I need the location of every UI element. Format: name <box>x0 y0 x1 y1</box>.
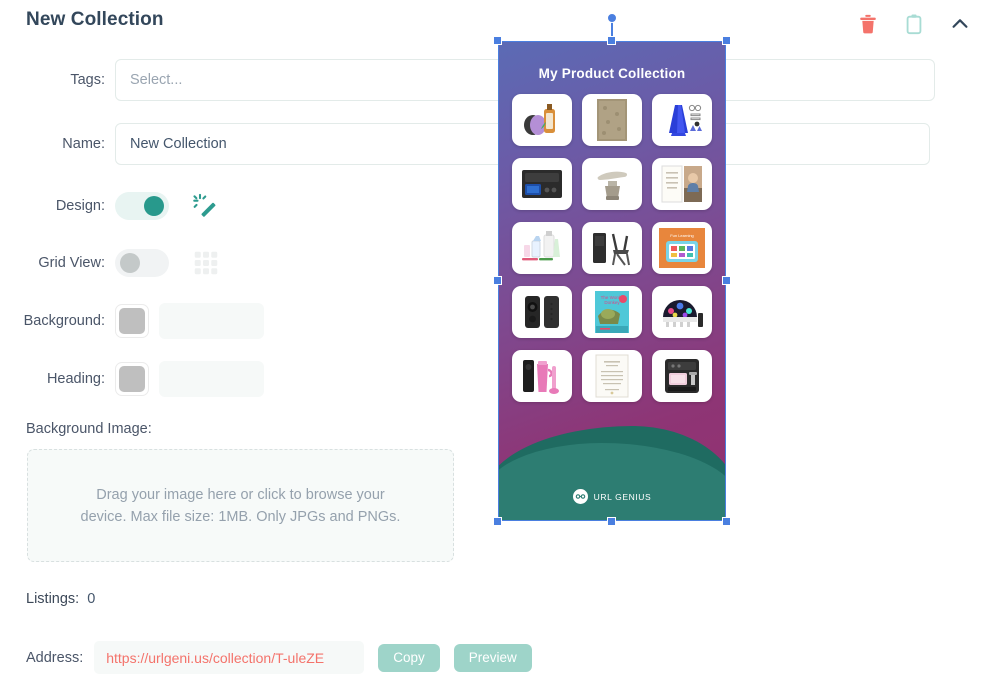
background-color-swatch[interactable] <box>115 304 149 338</box>
resize-handle-middle-right[interactable] <box>722 276 731 285</box>
design-label: Design: <box>55 198 105 214</box>
row-tags: Tags: Select... <box>0 58 993 102</box>
resize-handle-top-left[interactable] <box>493 36 502 45</box>
background-swatch-fill <box>119 308 145 334</box>
background-label: Background: <box>23 313 105 329</box>
grid-icon[interactable] <box>191 248 221 278</box>
design-toggle-knob <box>144 196 164 216</box>
resize-handle-top-center[interactable] <box>607 36 616 45</box>
resize-handle-bottom-center[interactable] <box>607 517 616 526</box>
heading-color-input[interactable] <box>159 361 264 397</box>
dropzone-line-1: Drag your image here or click to browse … <box>96 486 385 503</box>
collection-preview-selection[interactable]: My Product Collection Fun Learning The W… <box>493 13 731 526</box>
row-name: Name: New Collection <box>0 122 993 166</box>
tags-label: Tags: <box>70 72 105 88</box>
listings-row: Listings: 0 <box>26 591 95 607</box>
listings-count: 0 <box>87 591 96 607</box>
collection-form: Tags: Select... Name: New Collection Des… <box>0 58 993 416</box>
grid-view-label: Grid View: <box>38 255 105 271</box>
heading-label: Heading: <box>46 371 105 387</box>
listings-label: Listings: <box>26 591 80 607</box>
row-heading: Heading: <box>0 358 993 400</box>
design-toggle[interactable] <box>115 192 169 220</box>
heading-color-swatch[interactable] <box>115 362 149 396</box>
resize-handle-bottom-right[interactable] <box>722 517 731 526</box>
background-color-input[interactable] <box>159 303 264 339</box>
grid-view-toggle[interactable] <box>115 249 169 277</box>
header-actions <box>857 12 971 36</box>
row-design: Design: <box>0 186 993 226</box>
name-label: Name: <box>62 136 105 152</box>
magic-wand-icon[interactable] <box>191 191 221 221</box>
row-background: Background: <box>0 300 993 342</box>
background-image-label: Background Image: <box>26 421 152 437</box>
clipboard-icon[interactable] <box>903 12 925 36</box>
dropzone-line-2: device. Max file size: 1MB. Only JPGs an… <box>80 508 401 525</box>
page-title: New Collection <box>26 9 164 30</box>
selection-border <box>498 41 726 521</box>
rotation-handle[interactable] <box>607 13 617 23</box>
address-row: Address: https://urlgeni.us/collection/T… <box>26 641 532 674</box>
resize-handle-bottom-left[interactable] <box>493 517 502 526</box>
background-image-dropzone[interactable]: Drag your image here or click to browse … <box>27 449 454 562</box>
address-label: Address: <box>26 649 84 666</box>
chevron-up-icon[interactable] <box>949 12 971 36</box>
resize-handle-middle-left[interactable] <box>493 276 502 285</box>
delete-icon[interactable] <box>857 12 879 36</box>
copy-button[interactable]: Copy <box>378 643 440 672</box>
heading-swatch-fill <box>119 366 145 392</box>
preview-button[interactable]: Preview <box>453 643 532 672</box>
address-url[interactable]: https://urlgeni.us/collection/T-uleZE <box>94 641 365 674</box>
resize-handle-top-right[interactable] <box>722 36 731 45</box>
grid-view-toggle-knob <box>120 253 140 273</box>
